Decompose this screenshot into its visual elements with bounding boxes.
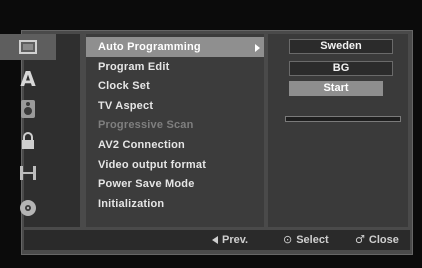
submenu-arrow-icon (255, 44, 260, 52)
language-icon-glyph: A (20, 67, 36, 91)
progress-bar (285, 116, 401, 122)
lock-icon[interactable] (0, 128, 56, 154)
close-hint[interactable]: ♂ Close (355, 233, 399, 247)
menu-item-label: TV Aspect (98, 99, 154, 112)
language-icon[interactable]: A (0, 66, 56, 92)
menu-item-initialization[interactable]: Initialization (86, 194, 264, 214)
select-label: Select (296, 234, 329, 246)
menu-item-label: AV2 Connection (98, 139, 185, 151)
menu-item-power-save-mode[interactable]: Power Save Mode (86, 174, 264, 194)
general-settings-icon[interactable] (0, 34, 56, 60)
menu-item-program-edit[interactable]: Program Edit (86, 57, 264, 77)
menu-item-label: Power Save Mode (98, 178, 195, 191)
system-select[interactable]: BG (289, 61, 393, 76)
return-icon: ♂ (355, 233, 365, 246)
menu-item-progressive-scan: Progressive Scan (86, 115, 264, 135)
close-label: Close (368, 234, 399, 246)
country-select[interactable]: Sweden (289, 39, 393, 54)
prev-hint[interactable]: Prev. (212, 233, 248, 247)
disc-icon[interactable] (0, 195, 56, 221)
start-button[interactable]: Start (289, 81, 383, 96)
menu-item-label: Progressive Scan (98, 119, 194, 132)
recording-icon[interactable] (0, 160, 56, 186)
menu-item-label: Clock Set (98, 80, 150, 93)
menu-item-label: Video output format (98, 158, 207, 171)
select-hint[interactable]: ⊙ Select (283, 233, 329, 247)
menu-item-tv-aspect[interactable]: TV Aspect (86, 96, 264, 116)
select-icon: ⊙ (283, 233, 293, 246)
menu-item-label: Initialization (98, 197, 165, 210)
menu-item-label: Auto Programming (98, 41, 201, 53)
audio-icon[interactable] (0, 96, 56, 122)
prev-label: Prev. (222, 234, 249, 246)
left-arrow-icon (212, 236, 218, 244)
menu-item-label: Program Edit (98, 60, 170, 73)
menu-item-auto-programming[interactable]: Auto Programming (86, 37, 264, 57)
menu-item-video-output-format[interactable]: Video output format (86, 155, 264, 175)
menu-item-clock-set[interactable]: Clock Set (86, 76, 264, 96)
menu-item-av2-connection[interactable]: AV2 Connection (86, 135, 264, 155)
